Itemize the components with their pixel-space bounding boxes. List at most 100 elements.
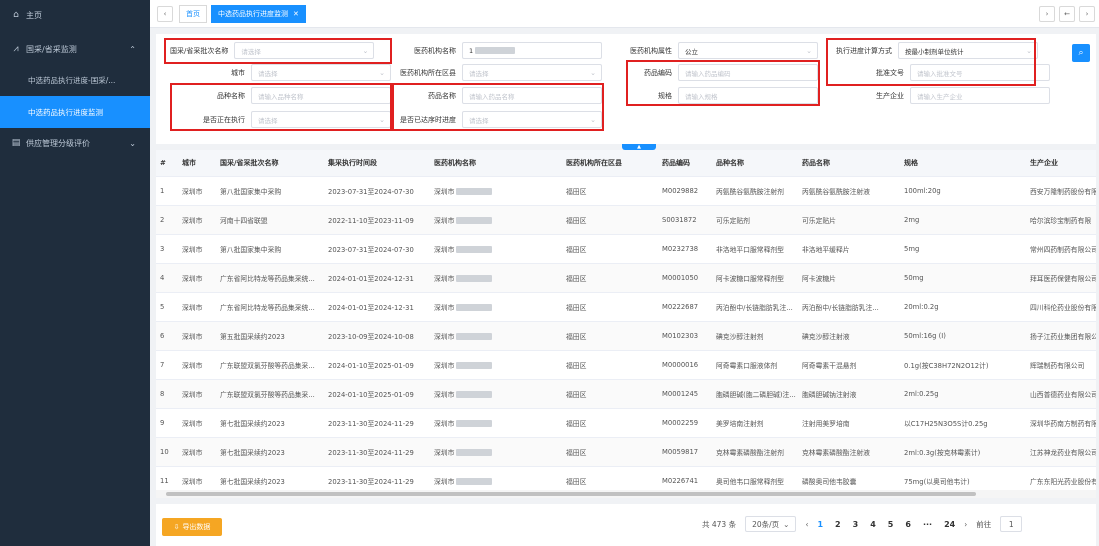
table-cell: 河南十四省联盟: [216, 205, 324, 235]
column-header[interactable]: 生产企业: [1026, 150, 1096, 177]
page-number[interactable]: ···: [923, 520, 932, 529]
table-row[interactable]: 8 深圳市 广东联盟双氯芬酸等药品集采... 2024-01-10至2025-01-0…: [156, 379, 1096, 409]
cell-text: 磷酸奥司他韦胶囊: [802, 477, 857, 486]
org-name-label: 医药机构名称: [414, 46, 456, 55]
cell-text: 50ml:16g (I): [904, 331, 946, 340]
cell-text: 深圳市: [182, 187, 203, 196]
table-cell: 福田区: [562, 350, 658, 380]
cell-text: 5: [160, 302, 165, 311]
sidebar-item-progress-monitor[interactable]: 中选药品执行进度监测: [0, 96, 150, 128]
org-attr-select[interactable]: 公立 ⌄: [678, 42, 818, 59]
document-icon: ▤: [11, 138, 21, 148]
table-cell: 美罗培南注射剂: [712, 408, 798, 438]
redacted-block: [456, 420, 493, 427]
next-page-icon[interactable]: ›: [964, 520, 967, 529]
cell-text: 4: [160, 273, 165, 282]
table-row[interactable]: 2 深圳市 河南十四省联盟 2022-11-10至2023-11-09 深圳市 福田区 S0…: [156, 205, 1096, 235]
close-icon[interactable]: ✕: [293, 10, 299, 18]
page-number[interactable]: 3: [853, 520, 859, 529]
horizontal-scrollbar[interactable]: [156, 490, 1096, 498]
table-cell: 福田区: [562, 176, 658, 206]
column-header[interactable]: 规格: [900, 150, 1026, 177]
maker-input[interactable]: 请输入生产企业: [910, 87, 1050, 104]
column-header[interactable]: #: [156, 150, 178, 177]
table-cell: 深圳市: [430, 437, 562, 467]
column-header[interactable]: 集采执行时间段: [324, 150, 430, 177]
table-cell: M0102303: [658, 321, 712, 351]
page-number[interactable]: 4: [870, 520, 876, 529]
table-cell: 2022-11-10至2023-11-09: [324, 205, 430, 235]
cell-text: 2ml:0.3g(按克林霉素计): [904, 448, 981, 457]
table-cell: 深圳市: [178, 437, 216, 467]
sidebar-item-progress-national[interactable]: 中选药品执行进度-国采/...: [0, 64, 150, 96]
cell-text: 福田区: [566, 419, 587, 428]
export-button[interactable]: ⇩ 导出数据: [162, 518, 222, 536]
table-cell: 深圳市: [178, 350, 216, 380]
cell-text: 第七批国采续约2023: [220, 477, 285, 486]
table-row[interactable]: 10 深圳市 第七批国采续约2023 2023-11-30至2024-11-29 深圳市…: [156, 437, 1096, 467]
table-cell: 深圳市: [178, 408, 216, 438]
table-cell: M0232738: [658, 234, 712, 264]
table-row[interactable]: 6 深圳市 第五批国采续约2023 2023-10-09至2024-10-08 深圳市 福…: [156, 321, 1096, 351]
cell-text: 深圳市: [434, 303, 455, 312]
redacted-block: [456, 304, 493, 311]
search-icon: ⌕: [1078, 48, 1084, 58]
city-label: 城市: [231, 68, 245, 77]
input-value: 1: [469, 46, 474, 55]
cell-text: 深圳市: [434, 361, 455, 370]
arrow-left-icon[interactable]: ←: [1059, 6, 1075, 22]
column-header[interactable]: 品种名称: [712, 150, 798, 177]
page-number[interactable]: 1: [817, 520, 823, 529]
table-cell: 10: [156, 437, 178, 467]
org-name-input[interactable]: 1: [462, 42, 602, 59]
chevron-right-icon[interactable]: ›: [1039, 6, 1055, 22]
redacted-block: [456, 362, 493, 369]
city-select[interactable]: 请选择 ⌄: [251, 64, 391, 81]
district-select[interactable]: 请选择 ⌄: [462, 64, 602, 81]
sidebar-group-procurement[interactable]: ⩘ 国采/省采监测 ⌃: [0, 34, 150, 64]
chevron-right-icon[interactable]: ›: [1079, 6, 1095, 22]
tab-progress-monitor[interactable]: 中选药品执行进度监测 ✕: [211, 4, 306, 23]
sidebar-item-home[interactable]: ⌂ 主页: [0, 0, 150, 30]
table-row[interactable]: 3 深圳市 第八批国家集中采购 2023-07-31至2024-07-30 深圳市 福田区…: [156, 234, 1096, 264]
cell-text: M0002259: [662, 418, 699, 427]
cell-text: 2024-01-10至2025-01-09: [328, 390, 414, 399]
prev-page-icon[interactable]: ‹: [805, 520, 808, 529]
page-number[interactable]: 6: [905, 520, 911, 529]
chevron-down-icon: ⌄: [783, 519, 790, 529]
page-number[interactable]: 24: [944, 520, 955, 529]
page-size-select[interactable]: 20条/页 ⌄: [745, 516, 797, 532]
table-cell: 2mg: [900, 205, 1026, 235]
table-cell: 克林霉素磷酸酯注射剂: [712, 437, 798, 467]
column-header[interactable]: 医药机构所在区县: [562, 150, 658, 177]
search-button[interactable]: ⌕: [1072, 44, 1090, 62]
table-row[interactable]: 5 深圳市 广东省阿比特龙等药品集采统... 2024-01-01至2024-12-3…: [156, 292, 1096, 322]
tab-home[interactable]: 首页: [179, 4, 207, 23]
table-row[interactable]: 9 深圳市 第七批国采续约2023 2023-11-30至2024-11-29 深圳市 福…: [156, 408, 1096, 438]
cell-text: 2024-01-01至2024-12-31: [328, 274, 414, 283]
redacted-block: [456, 333, 493, 340]
chevron-left-icon[interactable]: ‹: [157, 5, 173, 22]
page-number[interactable]: 2: [835, 520, 841, 529]
goto-page-input[interactable]: 1: [1000, 516, 1023, 532]
cell-text: 福田区: [566, 303, 587, 312]
scrollbar-thumb[interactable]: [166, 492, 976, 496]
column-header[interactable]: 国采/省采批次名称: [216, 150, 324, 177]
table-cell: 2ml:0.3g(按克林霉素计): [900, 437, 1026, 467]
column-header[interactable]: 医药机构名称: [430, 150, 562, 177]
table-cell: 辉瑞制药有限公司: [1026, 350, 1096, 380]
sidebar-group-supply[interactable]: ▤ 供应管理分级评价 ⌄: [0, 128, 150, 158]
cell-text: 广东东阳光药业股份有: [1030, 477, 1096, 486]
cell-text: 深圳市: [434, 187, 455, 196]
cell-text: 胞磷胆碱钠注射液: [802, 390, 857, 399]
table-row[interactable]: 4 深圳市 广东省阿比特龙等药品集采统... 2024-01-01至2024-12-3…: [156, 263, 1096, 293]
column-header[interactable]: 城市: [178, 150, 216, 177]
column-header[interactable]: 药品名称: [798, 150, 900, 177]
cell-text: 山西普德药业有限公司: [1030, 390, 1096, 399]
table-row[interactable]: 7 深圳市 广东联盟双氯芬酸等药品集采... 2024-01-10至2025-01-0…: [156, 350, 1096, 380]
column-header[interactable]: 药品编码: [658, 150, 712, 177]
cell-text: 阿奇霉素口服液体剂: [716, 361, 778, 370]
table-cell: 2023-11-30至2024-11-29: [324, 437, 430, 467]
table-row[interactable]: 1 深圳市 第八批国家集中采购 2023-07-31至2024-07-30 深圳市 福田区…: [156, 176, 1096, 206]
page-number[interactable]: 5: [888, 520, 894, 529]
